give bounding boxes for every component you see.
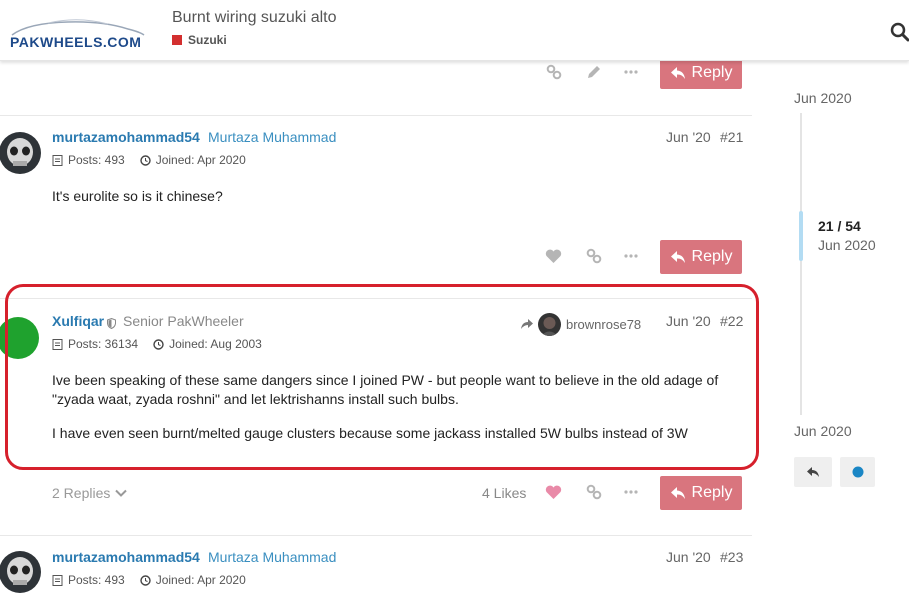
timeline-end-date[interactable]: Jun 2020 xyxy=(794,423,852,439)
post-fullname[interactable]: Murtaza Muhammad xyxy=(208,129,336,145)
reply-button[interactable]: Reply xyxy=(660,240,742,274)
unread-indicator-button[interactable] xyxy=(840,457,875,487)
topic-title[interactable]: Burnt wiring suzuki alto xyxy=(172,9,337,27)
link-icon[interactable] xyxy=(583,481,605,503)
post-body: It's eurolite so is it chinese? xyxy=(52,188,223,204)
category-color-swatch xyxy=(172,35,182,45)
timeline-start-date[interactable]: Jun 2020 xyxy=(794,90,852,106)
more-options-icon[interactable] xyxy=(620,481,642,503)
reply-arrow-icon xyxy=(670,66,685,79)
link-icon[interactable] xyxy=(543,61,565,83)
reply-button-label: Reply xyxy=(691,484,733,501)
timeline-position-date: Jun 2020 xyxy=(818,237,876,253)
likes-count[interactable]: 4 Likes xyxy=(482,485,526,501)
timeline-track[interactable] xyxy=(800,113,802,415)
post-date[interactable]: Jun '20 xyxy=(666,549,711,565)
clock-icon xyxy=(140,574,151,586)
link-icon[interactable] xyxy=(583,245,605,267)
post-date[interactable]: Jun '20 xyxy=(666,129,711,145)
user-meta: Posts: 493 Joined: Apr 2020 xyxy=(52,573,246,587)
post-count: Posts: 493 xyxy=(68,153,125,167)
more-options-icon[interactable] xyxy=(620,61,642,83)
replies-count: 2 Replies xyxy=(52,485,111,501)
avatar[interactable] xyxy=(0,132,41,174)
reply-back-arrow-icon xyxy=(807,467,819,477)
post-divider xyxy=(0,115,752,116)
user-meta: Posts: 493 Joined: Apr 2020 xyxy=(52,153,246,167)
post-username[interactable]: murtazamohammad54 xyxy=(52,129,200,145)
avatar[interactable] xyxy=(0,551,41,593)
reply-button-label: Reply xyxy=(691,248,733,265)
join-date: Joined: Apr 2020 xyxy=(155,153,246,167)
category-badge[interactable]: Suzuki xyxy=(172,33,227,47)
search-icon[interactable] xyxy=(890,22,909,42)
category-label: Suzuki xyxy=(188,33,227,47)
post-divider xyxy=(0,535,752,536)
post-number[interactable]: #21 xyxy=(720,129,743,145)
post-number[interactable]: #23 xyxy=(720,549,743,565)
join-date: Joined: Apr 2020 xyxy=(155,573,246,587)
more-options-icon[interactable] xyxy=(620,245,642,267)
highlight-annotation xyxy=(5,284,759,470)
document-icon xyxy=(52,574,63,586)
like-heart-icon[interactable] xyxy=(542,245,564,267)
timeline-scroll-handle[interactable] xyxy=(799,211,803,261)
logo-text: PAKWHEELS.COM xyxy=(10,34,142,50)
replies-toggle[interactable]: 2 Replies xyxy=(52,485,128,501)
liked-heart-icon[interactable] xyxy=(542,481,564,503)
reply-arrow-icon xyxy=(670,251,685,263)
reply-button-label: Reply xyxy=(691,63,733,81)
timeline-position: 21 / 54 xyxy=(818,218,861,234)
post-fullname[interactable]: Murtaza Muhammad xyxy=(208,549,336,565)
clock-icon xyxy=(140,154,151,166)
document-icon xyxy=(52,154,63,166)
blue-dot-icon xyxy=(852,466,863,478)
reply-button[interactable]: Reply xyxy=(660,476,742,510)
back-button[interactable] xyxy=(794,457,832,487)
site-header: PAKWHEELS.COM Burnt wiring suzuki alto S… xyxy=(0,0,909,61)
chevron-down-icon xyxy=(115,489,128,497)
edit-pencil-icon[interactable] xyxy=(583,61,605,83)
reply-arrow-icon xyxy=(670,487,685,499)
post-count: Posts: 493 xyxy=(68,573,125,587)
post-username[interactable]: murtazamohammad54 xyxy=(52,549,200,565)
pakwheels-logo[interactable]: PAKWHEELS.COM xyxy=(8,17,148,55)
